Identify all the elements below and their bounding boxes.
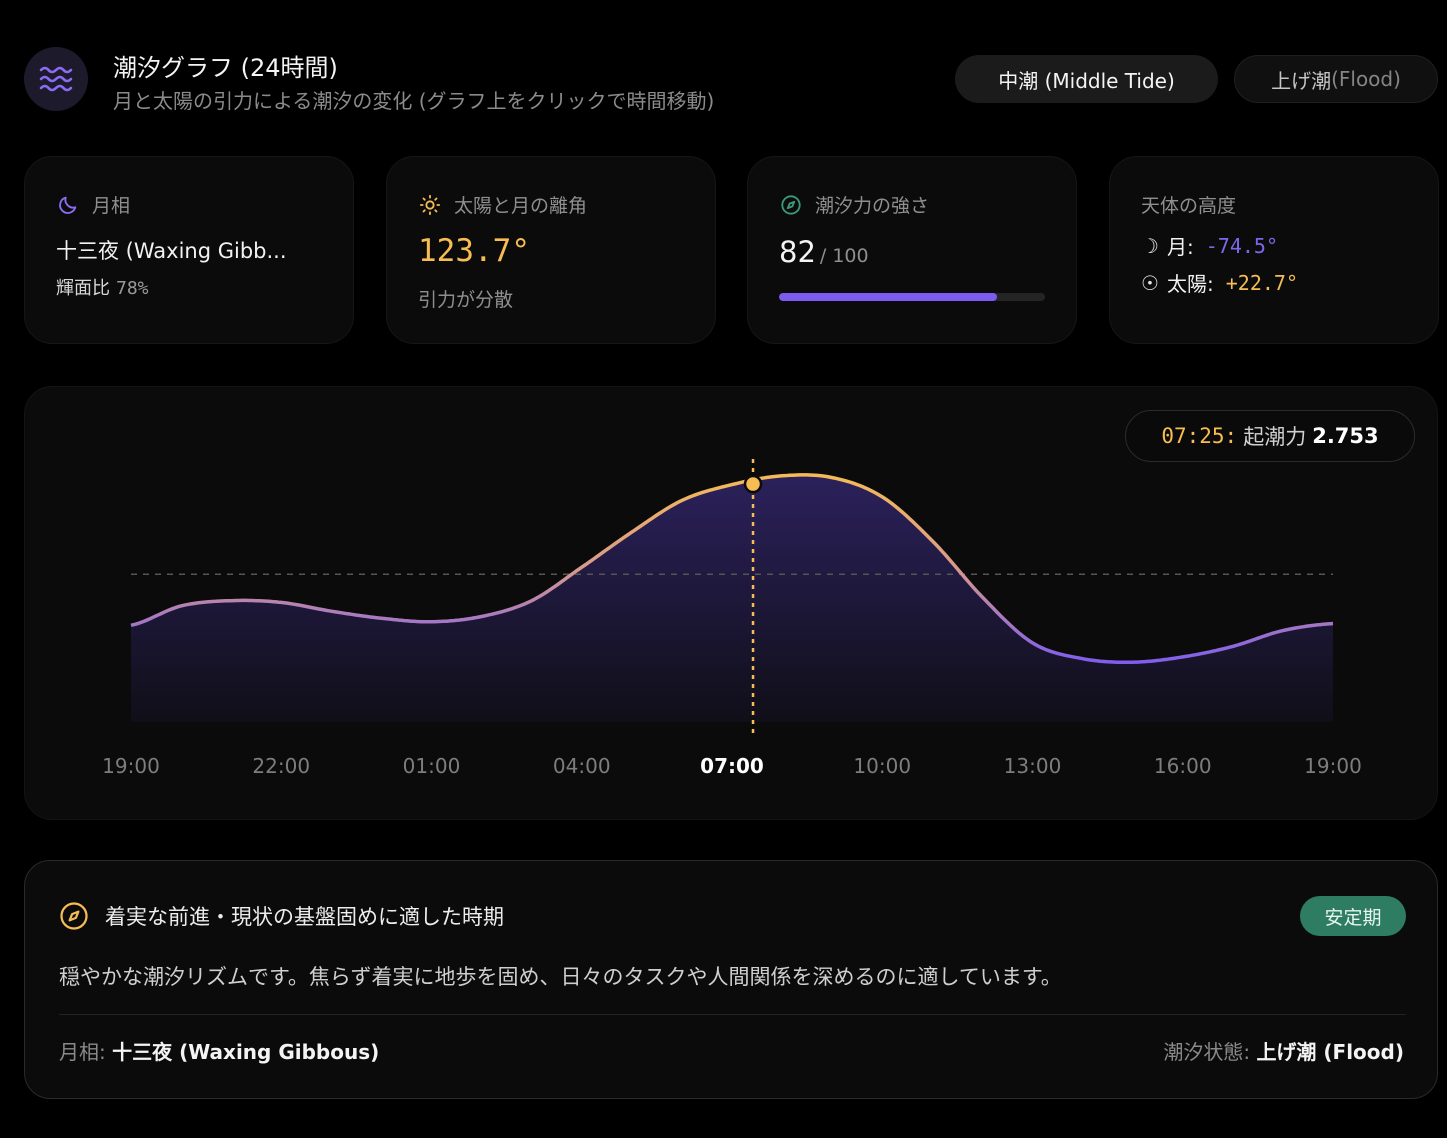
tidal-strength-value-row: 82/ 100 xyxy=(779,235,869,269)
elongation-value: 123.7° xyxy=(418,233,530,269)
tide-type-pill[interactable]: 中潮 (Middle Tide) xyxy=(955,55,1218,103)
header: 潮汐グラフ (24時間) 月と太陽の引力による潮汐の変化 (グラフ上をクリックで… xyxy=(24,44,1438,114)
tide-chart[interactable]: 19:00 22:00 01:00 04:00 07:00 10:00 13:00 16:00… xyxy=(24,386,1438,820)
readout-time: 07:25: xyxy=(1161,424,1238,448)
moon-phase-name: 十三夜 (Waxing Gibb... xyxy=(56,239,287,263)
tidal-strength-bar xyxy=(779,293,1045,301)
x-tick-label: 07:00 xyxy=(700,754,764,778)
sun-altitude-value: +22.7° xyxy=(1225,270,1298,295)
x-tick-label: 04:00 xyxy=(553,754,611,778)
footer-moon-phase: 月相: 十三夜 (Waxing Gibbous) xyxy=(59,1036,379,1065)
selected-point xyxy=(743,474,763,494)
status-badge: 安定期 xyxy=(1300,896,1406,936)
chart-readout: 07:25: 起潮力 2.753 xyxy=(1125,410,1415,462)
tide-flow-pill[interactable]: 上げ潮 (Flood) xyxy=(1234,55,1438,103)
x-tick-label: 22:00 xyxy=(252,754,310,778)
footer-tide-key: 潮汐状態: xyxy=(1163,1040,1251,1064)
tidal-strength-label: 潮汐力の強さ xyxy=(815,195,930,217)
elongation-note: 引力が分散 xyxy=(418,289,514,311)
tidal-strength-card: 潮汐力の強さ 82/ 100 xyxy=(747,156,1077,344)
analysis-header: 着実な前進・現状の基盤固めに適した時期 xyxy=(59,901,504,931)
x-tick-label: 01:00 xyxy=(403,754,461,778)
tidal-strength-max: / 100 xyxy=(819,245,869,267)
tide-area xyxy=(131,474,1333,722)
analysis-title: 着実な前進・現状の基盤固めに適した時期 xyxy=(105,905,504,929)
readout-value: 2.753 xyxy=(1312,424,1379,448)
illumination-label: 輝面比 xyxy=(56,278,110,299)
tidal-strength-label-row: 潮汐力の強さ xyxy=(779,191,929,218)
page-subtitle: 月と太陽の引力による潮汐の変化 (グラフ上をクリックで時間移動) xyxy=(113,89,715,113)
tide-flow-sublabel: (Flood) xyxy=(1331,67,1401,91)
altitude-card: 天体の高度 ☽ 月: -74.5° ☉ 太陽: +22.7° xyxy=(1109,156,1439,344)
analysis-card: 着実な前進・現状の基盤固めに適した時期 安定期 穏やかな潮汐リズムです。焦らず着… xyxy=(24,860,1438,1099)
footer-moon-value: 十三夜 (Waxing Gibbous) xyxy=(112,1040,380,1064)
page-title: 潮汐グラフ (24時間) xyxy=(113,54,338,82)
sun-symbol-icon: ☉ xyxy=(1141,270,1159,295)
illumination-value: 78% xyxy=(116,278,149,299)
tidal-strength-value: 82 xyxy=(779,235,816,269)
tide-flow-label: 上げ潮 xyxy=(1271,68,1332,93)
x-tick-label: 19:00 xyxy=(102,754,160,778)
elongation-card: 太陽と月の離角 123.7° 引力が分散 xyxy=(386,156,716,344)
x-tick-label: 19:00 xyxy=(1304,754,1362,778)
x-tick-label: 10:00 xyxy=(853,754,911,778)
divider xyxy=(59,1014,1406,1015)
crescent-moon-icon xyxy=(56,193,80,217)
sun-altitude-label: 太陽: xyxy=(1167,272,1214,296)
elongation-label: 太陽と月の離角 xyxy=(454,195,588,217)
moon-phase-label-row: 月相 xyxy=(56,191,130,218)
waves-icon xyxy=(24,47,88,111)
sun-icon xyxy=(418,193,442,217)
footer-tide-state: 潮汐状態: 上げ潮 (Flood) xyxy=(1163,1036,1404,1065)
moon-phase-card: 月相 十三夜 (Waxing Gibb... 輝面比 78% xyxy=(24,156,354,344)
elongation-label-row: 太陽と月の離角 xyxy=(418,191,587,218)
footer-tide-value: 上げ潮 (Flood) xyxy=(1256,1040,1404,1064)
footer-moon-key: 月相: xyxy=(59,1040,106,1064)
moon-symbol-icon: ☽ xyxy=(1141,233,1159,258)
moon-altitude-value: -74.5° xyxy=(1205,233,1278,258)
compass-icon xyxy=(59,901,89,931)
illumination-row: 輝面比 78% xyxy=(56,274,149,300)
x-tick-label: 16:00 xyxy=(1154,754,1212,778)
compass-icon xyxy=(779,193,803,217)
readout-label: 起潮力 xyxy=(1243,425,1307,449)
moon-phase-label: 月相 xyxy=(92,195,131,217)
analysis-body: 穏やかな潮汐リズムです。焦らず着実に地歩を固め、日々のタスクや人間関係を深めるの… xyxy=(59,965,1062,989)
altitude-label: 天体の高度 xyxy=(1141,195,1237,217)
moon-altitude-label: 月: xyxy=(1167,235,1194,259)
x-tick-label: 13:00 xyxy=(1004,754,1062,778)
sun-altitude-row: ☉ 太陽: +22.7° xyxy=(1141,268,1298,297)
moon-altitude-row: ☽ 月: -74.5° xyxy=(1141,231,1278,260)
tidal-strength-bar-fill xyxy=(779,293,998,301)
